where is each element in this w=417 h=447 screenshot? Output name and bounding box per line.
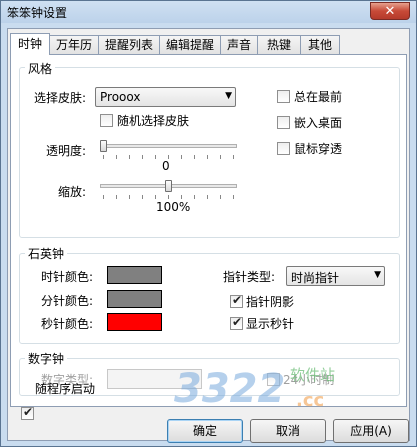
slider-tick	[194, 195, 195, 199]
tab-clock[interactable]: 时钟	[10, 33, 50, 55]
hour-color-label: 时针颜色:	[41, 270, 94, 284]
apply-button[interactable]: 应用(A)	[333, 419, 409, 443]
watermark-number: 3322	[174, 366, 286, 412]
random-skin-checkbox[interactable]	[100, 114, 113, 127]
client-area: 时钟 万年历 提醒列表 编辑提醒 声音 热键 其他 风格 选择皮肤: Prooo…	[7, 28, 410, 443]
slider-tick	[116, 195, 117, 199]
slider-tick	[155, 155, 156, 159]
checkmark-icon: ✔	[232, 293, 243, 307]
minute-color-swatch[interactable]	[107, 290, 162, 308]
window-title: 笨笨钟设置	[7, 6, 68, 20]
opacity-slider-thumb[interactable]	[100, 140, 107, 152]
scale-ticks	[103, 195, 234, 199]
slider-tick	[168, 195, 169, 199]
startup-label: 随程序启动	[35, 382, 96, 396]
tab-hotkey[interactable]: 热键	[257, 35, 301, 54]
hand-shadow-checkbox[interactable]: ✔	[230, 293, 243, 308]
random-skin-label: 随机选择皮肤	[117, 114, 190, 128]
slider-tick	[181, 155, 182, 159]
cancel-button[interactable]: 取消	[250, 419, 326, 443]
close-button[interactable]: ✕	[370, 2, 410, 20]
digital-group-title: 数字钟	[25, 350, 68, 367]
scale-slider-thumb[interactable]	[165, 180, 172, 192]
slider-tick	[194, 155, 195, 159]
hand-shadow-label: 指针阴影	[246, 295, 295, 309]
slider-tick	[220, 195, 221, 199]
quartz-group-title: 石英钟	[25, 245, 68, 262]
show-second-checkbox[interactable]: ✔	[230, 315, 243, 330]
slider-tick	[116, 155, 117, 159]
slider-tick	[233, 195, 234, 199]
tab-other[interactable]: 其他	[300, 35, 340, 54]
skin-select[interactable]: Prooox ▼	[95, 87, 236, 107]
watermark-domain: .cc	[296, 390, 325, 411]
mouse-through-label: 鼠标穿透	[294, 142, 343, 156]
hand-type-select-value: 时尚指针	[291, 271, 340, 285]
scale-label: 缩放:	[58, 185, 87, 199]
slider-tick	[142, 155, 143, 159]
slider-tick	[233, 155, 234, 159]
embed-desktop-label: 嵌入桌面	[294, 116, 343, 130]
slider-tick	[103, 155, 104, 159]
slider-tick	[142, 195, 143, 199]
slider-tick	[181, 195, 182, 199]
clock-panel: 风格 选择皮肤: Prooox ▼ 随机选择皮肤 总在最前 嵌入桌面 鼠标穿透 …	[10, 54, 407, 420]
slider-tick	[129, 155, 130, 159]
ok-button[interactable]: 确定	[167, 419, 243, 443]
style-group-title: 风格	[25, 60, 56, 77]
startup-checkbox[interactable]: ✔	[21, 405, 34, 420]
opacity-value: 0	[162, 159, 170, 173]
slider-tick	[155, 195, 156, 199]
site-watermark: 3322 软件站 .cc	[174, 362, 364, 422]
watermark-site: 软件站	[290, 366, 336, 384]
chevron-down-icon: ▼	[374, 270, 381, 280]
hand-type-label: 指针类型:	[223, 270, 276, 284]
settings-window: 笨笨钟设置 ✕ 时钟 万年历 提醒列表 编辑提醒 声音 热键 其他 风格 选择皮…	[0, 0, 417, 447]
opacity-slider-track	[100, 144, 237, 148]
show-second-label: 显示秒针	[246, 317, 295, 331]
opacity-label: 透明度:	[46, 144, 87, 158]
skin-select-value: Prooox	[100, 90, 141, 104]
checkmark-icon: ✔	[232, 315, 243, 329]
slider-tick	[207, 155, 208, 159]
chevron-down-icon: ▼	[225, 91, 232, 101]
skin-label: 选择皮肤:	[34, 91, 87, 105]
hand-type-select[interactable]: 时尚指针 ▼	[286, 266, 385, 286]
embed-desktop-checkbox[interactable]	[277, 116, 290, 129]
second-color-label: 秒针颜色:	[41, 317, 94, 331]
tab-sound[interactable]: 声音	[220, 35, 258, 54]
mouse-through-checkbox[interactable]	[277, 142, 290, 155]
tab-calendar[interactable]: 万年历	[49, 35, 99, 54]
slider-tick	[220, 155, 221, 159]
slider-tick	[207, 195, 208, 199]
second-color-swatch[interactable]	[107, 313, 162, 331]
tab-reminder-list[interactable]: 提醒列表	[98, 35, 160, 54]
minute-color-label: 分针颜色:	[41, 294, 94, 308]
slider-tick	[129, 195, 130, 199]
scale-value: 100%	[156, 200, 191, 214]
tab-edit-reminder[interactable]: 编辑提醒	[159, 35, 221, 54]
slider-tick	[103, 195, 104, 199]
title-bar: 笨笨钟设置 ✕	[1, 1, 416, 23]
always-on-top-label: 总在最前	[294, 90, 343, 104]
checkmark-icon: ✔	[23, 405, 34, 419]
hour-color-swatch[interactable]	[107, 266, 162, 284]
always-on-top-checkbox[interactable]	[277, 90, 290, 103]
